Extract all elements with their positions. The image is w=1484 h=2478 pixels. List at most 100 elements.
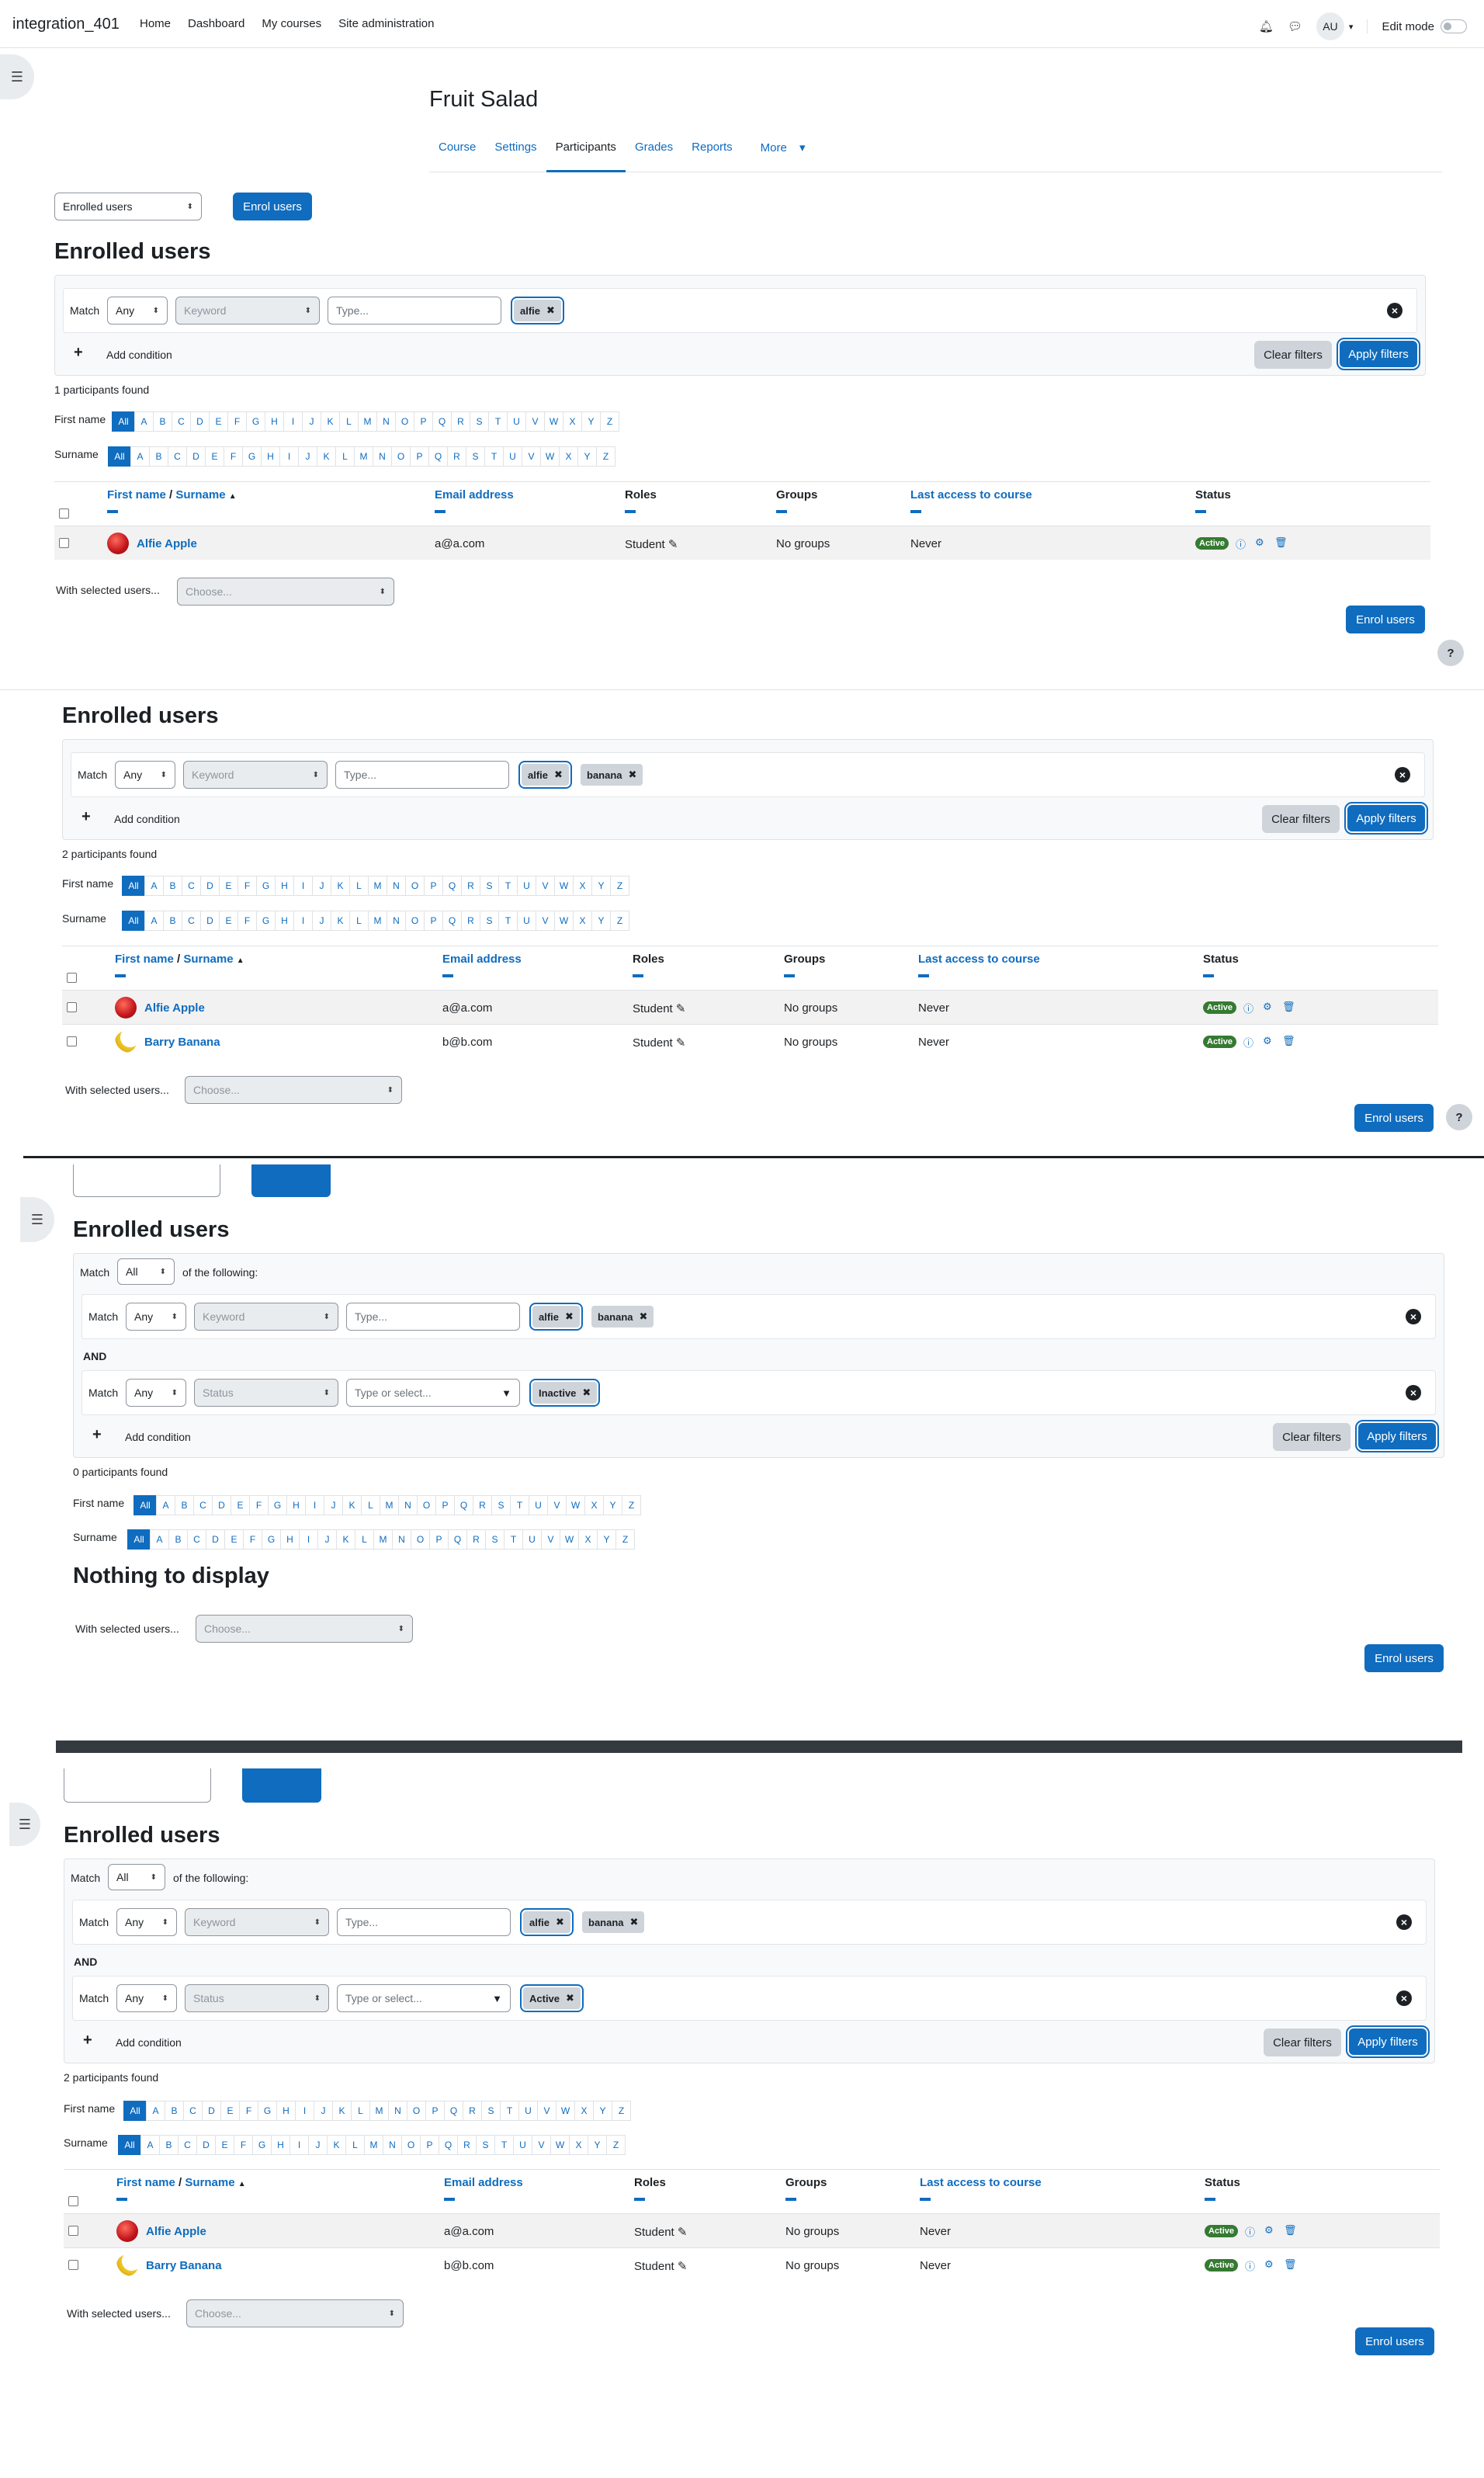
initial-c[interactable]: C	[172, 411, 191, 432]
initial-e[interactable]: E	[219, 911, 238, 931]
gear-icon[interactable]: ⚙	[1263, 1035, 1272, 1047]
initial-e[interactable]: E	[215, 2135, 234, 2155]
initial-f[interactable]: F	[238, 876, 257, 896]
initial-u[interactable]: U	[517, 911, 536, 931]
initial-k[interactable]: K	[331, 876, 350, 896]
collapse-column-icon[interactable]	[1203, 974, 1214, 977]
initial-u[interactable]: U	[517, 876, 536, 896]
filter-type-select[interactable]: Keyword ⬍	[175, 297, 320, 324]
add-condition-button[interactable]: Add condition	[116, 2036, 182, 2049]
initial-o[interactable]: O	[411, 1529, 430, 1550]
initial-m[interactable]: M	[358, 411, 377, 432]
clear-filters-button[interactable]: Clear filters	[1262, 805, 1340, 833]
initial-all[interactable]: All	[112, 411, 135, 432]
initial-j[interactable]: J	[298, 446, 317, 467]
initial-g[interactable]: G	[242, 446, 262, 467]
gear-icon[interactable]: ⚙	[1255, 536, 1264, 549]
initial-x[interactable]: X	[563, 411, 582, 432]
initial-b[interactable]: B	[159, 2135, 179, 2155]
status-value-select[interactable]: Type or select... ▼	[346, 1379, 520, 1407]
initial-b[interactable]: B	[168, 1529, 188, 1550]
initial-q[interactable]: Q	[432, 411, 452, 432]
initial-v[interactable]: V	[547, 1495, 567, 1515]
remove-filter-row-icon[interactable]: ×	[1387, 303, 1403, 318]
help-button[interactable]: ?	[1446, 1104, 1472, 1130]
initial-i[interactable]: I	[305, 1495, 324, 1515]
bell-icon[interactable]: 🔔︎	[1259, 19, 1274, 33]
collapse-column-icon[interactable]	[776, 510, 787, 513]
initial-m[interactable]: M	[368, 876, 387, 896]
apply-filters-button[interactable]: Apply filters	[1346, 2025, 1430, 2058]
initial-f[interactable]: F	[243, 1529, 262, 1550]
initial-z[interactable]: Z	[610, 911, 629, 931]
initial-n[interactable]: N	[376, 411, 396, 432]
select-all-checkbox[interactable]	[68, 2196, 78, 2206]
tab-course[interactable]: Course	[429, 132, 485, 172]
initial-p[interactable]: P	[424, 911, 443, 931]
row-checkbox[interactable]	[67, 1002, 77, 1012]
initial-g[interactable]: G	[268, 1495, 287, 1515]
initial-t[interactable]: T	[498, 911, 518, 931]
trash-icon[interactable]: 🗑︎	[1274, 536, 1288, 549]
initial-m[interactable]: M	[369, 2101, 389, 2121]
collapse-column-icon[interactable]	[625, 510, 636, 513]
site-brand[interactable]: integration_401	[12, 16, 120, 33]
initial-z[interactable]: Z	[610, 876, 629, 896]
initial-o[interactable]: O	[405, 911, 425, 931]
initial-t[interactable]: T	[488, 411, 508, 432]
initial-t[interactable]: T	[484, 446, 504, 467]
initial-all[interactable]: All	[122, 911, 145, 931]
initial-a[interactable]: A	[130, 446, 150, 467]
column-header-last-access[interactable]: Last access to course	[920, 2176, 1042, 2189]
initial-a[interactable]: A	[156, 1495, 175, 1515]
initial-l[interactable]: L	[355, 1529, 374, 1550]
row-checkbox[interactable]	[68, 2260, 78, 2270]
initial-j[interactable]: J	[308, 2135, 328, 2155]
sort-surname[interactable]: Surname	[175, 488, 225, 502]
collapse-column-icon[interactable]	[444, 2198, 455, 2201]
sort-surname[interactable]: Surname	[185, 2176, 234, 2189]
add-condition-button[interactable]: Add condition	[125, 1431, 191, 1443]
initial-b[interactable]: B	[165, 2101, 184, 2121]
filter-type-select[interactable]: Status ⬍	[194, 1379, 338, 1407]
initial-c[interactable]: C	[168, 446, 187, 467]
initial-q[interactable]: Q	[448, 1529, 467, 1550]
initial-g[interactable]: G	[252, 2135, 272, 2155]
initial-q[interactable]: Q	[442, 876, 462, 896]
filter-value-input[interactable]: Type...	[328, 297, 501, 324]
remove-filter-row-icon[interactable]: ×	[1396, 1914, 1412, 1930]
collapse-column-icon[interactable]	[435, 510, 446, 513]
tab-more[interactable]: More ▾	[742, 132, 815, 172]
initial-x[interactable]: X	[573, 911, 592, 931]
remove-filter-row-icon[interactable]: ×	[1395, 767, 1410, 783]
initial-o[interactable]: O	[395, 411, 414, 432]
select-all-checkbox[interactable]	[67, 973, 77, 983]
initial-v[interactable]: V	[541, 1529, 560, 1550]
nav-my-courses[interactable]: My courses	[262, 17, 321, 30]
initial-a[interactable]: A	[150, 1529, 169, 1550]
row-checkbox[interactable]	[68, 2226, 78, 2236]
tab-grades[interactable]: Grades	[626, 132, 682, 172]
info-icon[interactable]: ⓘ	[1245, 2224, 1255, 2239]
initial-d[interactable]: D	[190, 411, 210, 432]
initial-m[interactable]: M	[364, 2135, 383, 2155]
initial-j[interactable]: J	[312, 911, 331, 931]
initial-l[interactable]: L	[345, 2135, 365, 2155]
initial-u[interactable]: U	[503, 446, 522, 467]
initial-f[interactable]: F	[227, 411, 247, 432]
initial-n[interactable]: N	[387, 911, 406, 931]
initial-z[interactable]: Z	[596, 446, 615, 467]
collapse-column-icon[interactable]	[1205, 2198, 1215, 2201]
match-type-select[interactable]: Any ⬍	[126, 1379, 186, 1407]
initial-c[interactable]: C	[182, 911, 201, 931]
initial-y[interactable]: Y	[577, 446, 597, 467]
initial-v[interactable]: V	[525, 411, 545, 432]
initial-d[interactable]: D	[200, 911, 220, 931]
trash-icon[interactable]: 🗑︎	[1284, 2258, 1297, 2271]
initial-b[interactable]: B	[163, 876, 182, 896]
initial-f[interactable]: F	[234, 2135, 253, 2155]
nav-home[interactable]: Home	[140, 17, 171, 30]
initial-d[interactable]: D	[196, 2135, 216, 2155]
sort-first-name[interactable]: First name	[115, 953, 174, 966]
initial-u[interactable]: U	[513, 2135, 532, 2155]
